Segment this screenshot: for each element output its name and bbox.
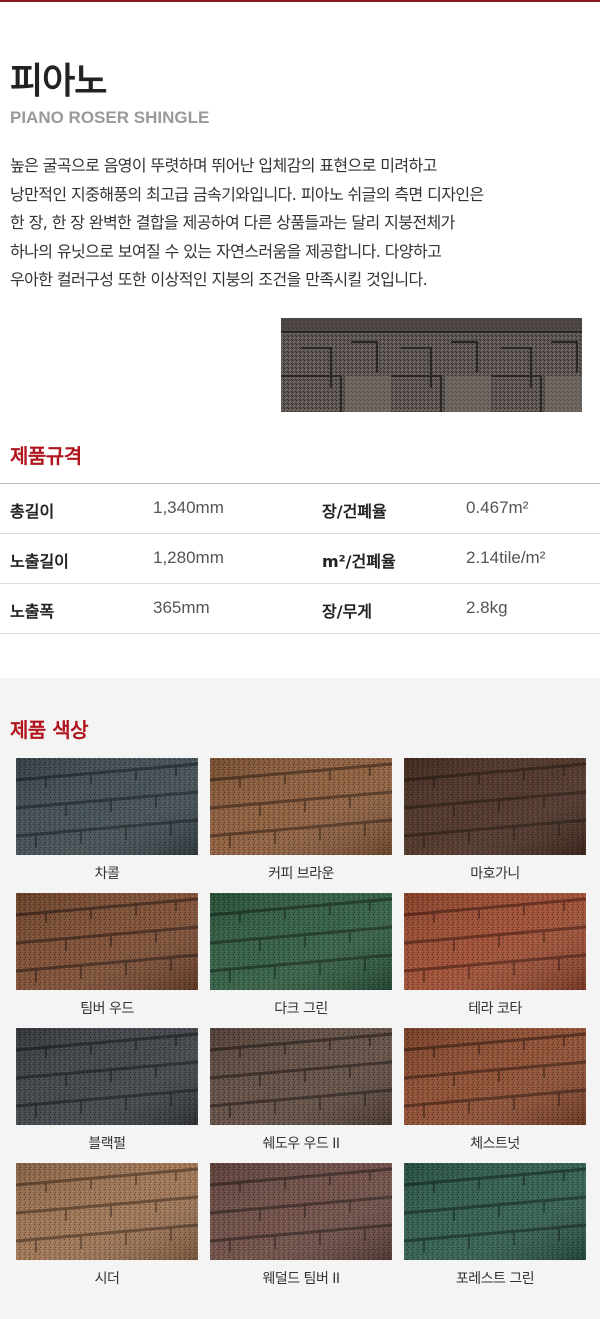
color-swatch-name: 블랙펄 — [88, 1136, 126, 1152]
spec-label: 노출폭 — [10, 602, 55, 621]
product-title: 피아노 — [10, 61, 107, 102]
color-swatch[interactable]: 테라 코타 — [404, 893, 586, 1018]
color-swatch-image — [210, 758, 392, 855]
spec-row: 노출길이 1,280mm m²/건폐율 2.14tile/m² — [0, 534, 600, 584]
color-swatch-image — [16, 893, 198, 990]
spec-table: 총길이 1,340mm 장/건폐율 0.467m² 노출길이 1,280mm m… — [0, 483, 600, 634]
description-line: 우아한 컬러구성 또한 이상적인 지붕의 조건을 만족시킬 것입니다. — [10, 270, 428, 289]
color-swatch[interactable]: 블랙펄 — [16, 1028, 198, 1153]
spec-section-title: 제품규격 — [10, 444, 82, 468]
color-swatch[interactable]: 다크 그린 — [210, 893, 392, 1018]
color-swatch[interactable]: 팀버 우드 — [16, 893, 198, 1018]
description-line: 한 장, 한 장 완벽한 결합을 제공하여 다른 상품들과는 달리 지붕전체가 — [10, 213, 455, 232]
color-swatch-name: 포레스트 그린 — [455, 1271, 535, 1287]
color-swatch-image — [210, 1028, 392, 1125]
spec-label: m²/건폐율 — [322, 552, 396, 571]
spec-row: 총길이 1,340mm 장/건폐율 0.467m² — [0, 484, 600, 534]
spec-value: 0.467m² — [466, 498, 529, 517]
color-swatch-image — [210, 893, 392, 990]
color-swatch-image — [16, 1163, 198, 1260]
color-swatch[interactable]: 쉐도우 우드 II — [210, 1028, 392, 1153]
color-swatch-name: 웨덜드 팀버 II — [262, 1271, 340, 1287]
color-swatch[interactable]: 웨덜드 팀버 II — [210, 1163, 392, 1288]
description-line: 하나의 유닛으로 보여질 수 있는 자연스러움을 제공합니다. 다양하고 — [10, 241, 442, 261]
color-swatch-name: 커피 브라운 — [268, 866, 334, 882]
spec-label: 장/건폐율 — [322, 502, 387, 521]
color-swatch[interactable]: 차콜 — [16, 758, 198, 883]
color-swatch[interactable]: 커피 브라운 — [210, 758, 392, 883]
spec-value: 2.8kg — [466, 598, 508, 617]
spec-value: 1,340mm — [153, 498, 224, 517]
color-swatch-name: 쉐도우 우드 II — [262, 1136, 340, 1152]
spec-label: 총길이 — [10, 502, 55, 521]
description-line: 높은 굴곡으로 음영이 뚜렷하며 뛰어난 입체감의 표현으로 미려하고 — [10, 156, 437, 175]
spec-label: 장/무게 — [322, 602, 373, 621]
color-swatch[interactable]: 체스트넛 — [404, 1028, 586, 1153]
color-swatch-name: 마호가니 — [470, 866, 520, 882]
color-swatch[interactable]: 마호가니 — [404, 758, 586, 883]
spec-value: 2.14tile/m² — [466, 548, 546, 567]
top-accent-line — [0, 0, 600, 2]
color-swatch-name: 시더 — [94, 1271, 120, 1287]
color-swatch-name: 팀버 우드 — [80, 1001, 134, 1017]
spec-value: 1,280mm — [153, 548, 224, 567]
color-swatch-image — [404, 758, 586, 855]
color-swatch-image — [404, 1163, 586, 1260]
color-swatch-image — [404, 893, 586, 990]
product-description: 높은 굴곡으로 음영이 뚜렷하며 뛰어난 입체감의 표현으로 미려하고 낭만적인… — [10, 152, 590, 295]
color-swatch-image — [210, 1163, 392, 1260]
color-swatch-name: 테라 코타 — [468, 1001, 522, 1017]
colors-section-title: 제품 색상 — [10, 718, 89, 742]
spec-row: 노출폭 365mm 장/무게 2.8kg — [0, 584, 600, 634]
color-swatch-name: 차콜 — [94, 866, 120, 882]
description-line: 낭만적인 지중해풍의 최고급 금속기와입니다. 피아노 쉬글의 측면 디자인은 — [10, 184, 484, 204]
color-swatch-image — [16, 758, 198, 855]
color-swatch[interactable]: 포레스트 그린 — [404, 1163, 586, 1288]
color-swatch-image — [16, 1028, 198, 1125]
color-swatch-name: 체스트넛 — [470, 1136, 520, 1152]
spec-label: 노출길이 — [10, 552, 69, 571]
spec-value: 365mm — [153, 598, 210, 617]
product-subtitle: PIANO ROSER SHINGLE — [10, 108, 210, 127]
color-swatch-name: 다크 그린 — [274, 1001, 328, 1017]
color-swatch[interactable]: 시더 — [16, 1163, 198, 1288]
product-tile-image — [281, 318, 582, 412]
color-swatch-image — [404, 1028, 586, 1125]
